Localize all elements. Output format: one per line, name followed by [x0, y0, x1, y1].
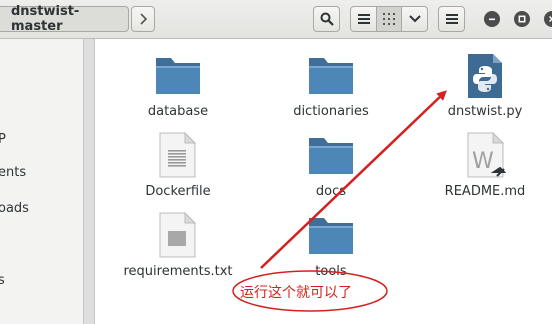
annotation-callout-text: 运行这个就可以了: [240, 285, 352, 301]
annotation-arrow: [260, 90, 447, 269]
annotation-overlay: [232, 90, 447, 312]
file-manager-window: dnstwist-master P ents oads s database d…: [0, 0, 552, 324]
